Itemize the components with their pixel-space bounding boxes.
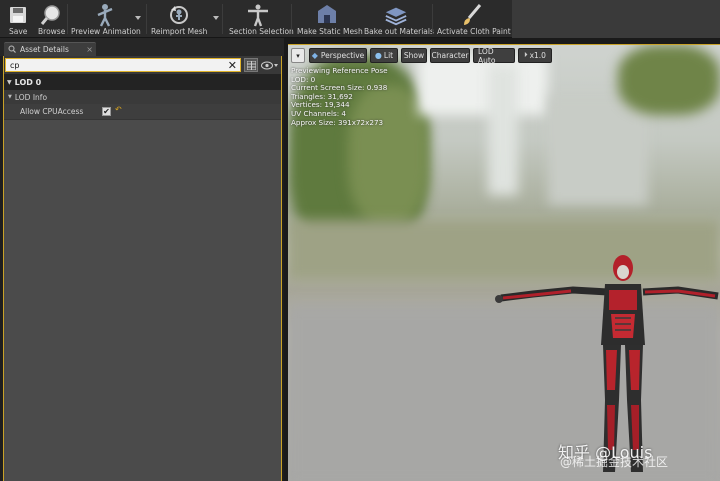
t-pose-icon bbox=[246, 3, 270, 27]
reimport-dropdown-icon[interactable] bbox=[213, 16, 219, 20]
tab-strip: Asset Details × bbox=[0, 38, 284, 56]
watermark-sub: @稀土掘金技术社区 bbox=[560, 455, 669, 469]
search-value: cp bbox=[10, 60, 20, 70]
tab-asset-details[interactable]: Asset Details × bbox=[4, 42, 96, 56]
collapse-arrow-icon: ▼ bbox=[8, 94, 12, 100]
section-selection-button[interactable]: Section Selection bbox=[228, 0, 294, 38]
reimport-mesh-button[interactable]: Reimport Mesh bbox=[150, 0, 208, 38]
perspective-icon: ◆ bbox=[311, 51, 318, 60]
collapse-arrow-icon: ▼ bbox=[7, 78, 12, 86]
property-name: Allow CPUAccess bbox=[20, 107, 84, 116]
lod-button[interactable]: LOD Auto bbox=[473, 47, 515, 65]
tab-title: Asset Details bbox=[20, 45, 69, 54]
search-input[interactable]: cp ✕ bbox=[5, 58, 241, 72]
toolbar-empty-area bbox=[512, 0, 720, 38]
info-line: Approx Size: 391x72x273 bbox=[291, 117, 384, 127]
preview-viewport[interactable]: ▾ ◆ Perspective ● Lit Show Character LOD… bbox=[288, 44, 720, 481]
property-row-allow-cpu-access: Allow CPUAccess ✔ ↶ bbox=[4, 104, 281, 120]
chevron-down-icon: ▾ bbox=[296, 51, 300, 60]
category-title: LOD 0 bbox=[14, 77, 42, 87]
show-button[interactable]: Show bbox=[401, 48, 427, 63]
viewport-options-button[interactable]: ▾ bbox=[291, 48, 305, 63]
property-matrix-button[interactable] bbox=[244, 58, 258, 72]
character-pose-icon bbox=[93, 3, 117, 27]
asset-details-panel: Asset Details × cp ✕ ▼ LOD 0 ▼ LOD Info … bbox=[0, 38, 284, 481]
perspective-button[interactable]: ◆ Perspective bbox=[309, 48, 367, 63]
paintbrush-icon bbox=[460, 3, 484, 27]
toolbar-separator bbox=[67, 4, 68, 34]
viewport-info-overlay: Previewing Reference Pose LOD: 0 Current… bbox=[291, 66, 388, 127]
view-options-button[interactable] bbox=[260, 58, 280, 72]
lit-button[interactable]: ● Lit bbox=[370, 48, 398, 63]
main-toolbar: Save Browse Preview Animation Reimport M… bbox=[0, 0, 720, 38]
building-shape bbox=[548, 95, 648, 205]
details-view: cp ✕ ▼ LOD 0 ▼ LOD Info Allow CPUAccess … bbox=[3, 56, 282, 481]
layers-icon bbox=[384, 3, 408, 27]
character-button[interactable]: Character bbox=[430, 48, 470, 63]
toolbar-separator bbox=[146, 4, 147, 34]
bake-out-materials-button[interactable]: Bake out Materials bbox=[362, 0, 434, 38]
allow-cpu-access-checkbox[interactable]: ✔ bbox=[102, 107, 111, 116]
eye-icon bbox=[261, 61, 278, 69]
viewport-toolbar: ▾ ◆ Perspective ● Lit Show Character LOD… bbox=[288, 47, 720, 65]
magnifier-icon bbox=[39, 3, 63, 27]
subcategory-title: LOD Info bbox=[14, 92, 48, 102]
playback-speed-button[interactable]: ⏵ x1.0 bbox=[518, 48, 552, 63]
preview-animation-dropdown-icon[interactable] bbox=[135, 16, 141, 20]
preview-animation-button[interactable]: Preview Animation bbox=[70, 0, 141, 38]
toolbar-separator bbox=[222, 4, 223, 34]
lit-sphere-icon: ● bbox=[374, 51, 382, 60]
toolbar-separator bbox=[291, 4, 292, 34]
grid-icon bbox=[246, 60, 256, 70]
details-icon bbox=[8, 45, 16, 55]
subcategory-header-lod-info[interactable]: ▼ LOD Info bbox=[4, 90, 281, 104]
details-empty-area bbox=[4, 120, 281, 481]
category-header-lod0[interactable]: ▼ LOD 0 bbox=[4, 74, 281, 90]
speed-icon: ⏵ bbox=[524, 51, 528, 59]
column-shape bbox=[488, 65, 518, 195]
search-row: cp ✕ bbox=[4, 56, 281, 74]
save-icon bbox=[6, 3, 30, 27]
reset-to-default-icon[interactable]: ↶ bbox=[115, 105, 122, 114]
save-button[interactable]: Save bbox=[3, 0, 33, 38]
static-mesh-icon bbox=[315, 3, 339, 27]
browse-button[interactable]: Browse bbox=[35, 0, 67, 38]
make-static-mesh-button[interactable]: Make Static Mesh bbox=[295, 0, 363, 38]
clear-search-icon[interactable]: ✕ bbox=[228, 59, 237, 72]
reimport-icon bbox=[167, 3, 191, 27]
activate-cloth-paint-button[interactable]: Activate Cloth Paint bbox=[436, 0, 511, 38]
toolbar-separator bbox=[432, 4, 433, 34]
close-icon[interactable]: × bbox=[86, 45, 93, 54]
